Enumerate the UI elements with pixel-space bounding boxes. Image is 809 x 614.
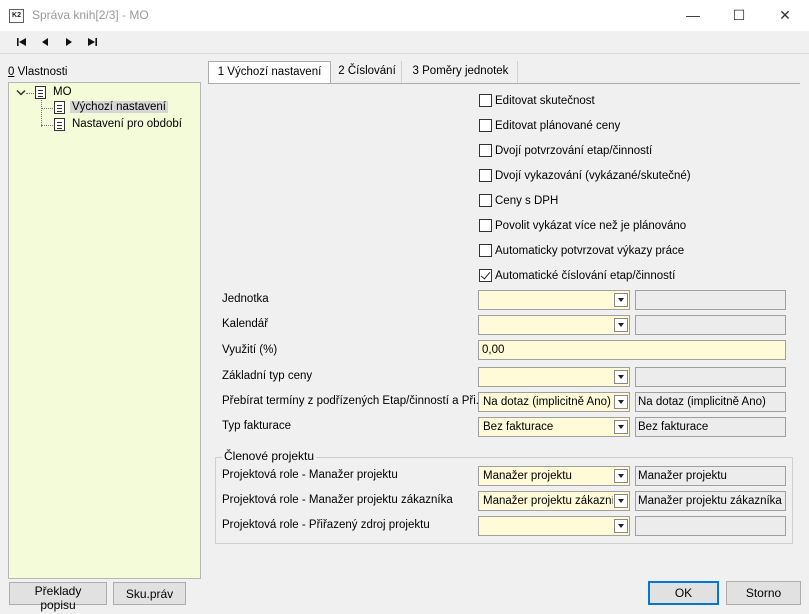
tab-pomery-jednotek[interactable]: 3 Poměry jednotek [404,61,518,83]
jednotka-combo[interactable] [478,290,630,310]
project-members-title: Členové projektu [222,449,317,463]
manazer-zakaznika-readonly: Manažer projektu zákazníka [635,491,786,511]
translations-button[interactable]: Překlady popisu [9,582,107,612]
zdroj-label: Projektová role - Přiřazený zdroj projek… [222,519,430,531]
tab-vychozi-nastaveni[interactable]: 1 Výchozí nastavení [208,61,331,84]
checkbox-ceny-s-dph[interactable]: Ceny s DPH [479,193,558,208]
typ-ceny-combo[interactable] [478,367,630,387]
toolbar-separator [0,53,809,54]
tree-root-item[interactable]: MO [53,86,72,98]
dropdown-arrow-icon[interactable] [614,494,628,508]
properties-tree[interactable]: MO Výchozí nastavení Nastavení pro obdob… [8,82,201,579]
fakturace-combo[interactable]: Bez fakturace [478,417,630,437]
zdroj-combo[interactable] [478,516,630,536]
terminy-readonly: Na dotaz (implicitně Ano) [635,392,786,412]
typ-ceny-readonly [635,367,786,387]
dropdown-arrow-icon[interactable] [614,293,628,307]
window-title: Správa knih[2/3] - MO [32,8,149,22]
kalendar-combo[interactable] [478,315,630,335]
checkbox-editovat-planovane-ceny[interactable]: Editovat plánované ceny [479,118,620,133]
close-button[interactable]: ✕ [762,0,808,32]
access-rights-button[interactable]: Sku.práv [113,582,186,605]
manazer-combo[interactable]: Manažer projektu [478,466,630,486]
cancel-button[interactable]: Storno [726,581,801,605]
maximize-button[interactable]: ☐ [716,0,762,32]
tree-item-nastaveni-pro-obdobi[interactable]: Nastavení pro období [72,118,182,130]
dropdown-arrow-icon[interactable] [614,469,628,483]
checkbox-dvoji-potvrzovani[interactable]: Dvojí potvrzování etap/činností [479,143,652,158]
next-record-button[interactable] [58,34,80,50]
ok-button[interactable]: OK [648,581,719,605]
document-icon [54,118,65,131]
terminy-label: Přebírat termíny z podřízených Etap/činn… [222,395,486,407]
jednotka-readonly [635,290,786,310]
checkbox-automaticke-cislovani[interactable]: Automatické číslování etap/činností [479,268,675,283]
chevron-down-icon[interactable] [16,89,26,97]
first-record-icon [17,38,26,46]
typ-ceny-label: Základní typ ceny [222,370,313,382]
document-icon [54,101,65,114]
vyuziti-label: Využití (%) [222,344,278,356]
last-record-icon [88,38,97,46]
checkbox-automaticky-potvrzovat[interactable]: Automaticky potvrzovat výkazy práce [479,243,684,258]
dropdown-arrow-icon[interactable] [614,395,628,409]
vyuziti-input[interactable]: 0,00 [478,340,786,360]
minimize-button[interactable]: — [670,0,716,32]
jednotka-label: Jednotka [222,293,269,305]
manazer-label: Projektová role - Manažer projektu [222,469,398,481]
tab-cislovani[interactable]: 2 Číslování [333,61,402,83]
dropdown-arrow-icon[interactable] [614,420,628,434]
properties-label: 0 Vlastnosti [8,66,68,78]
next-record-icon [66,38,72,46]
kalendar-readonly [635,315,786,335]
checkbox-povolit-vykazat-vice[interactable]: Povolit vykázat více než je plánováno [479,218,686,233]
fakturace-label: Typ fakturace [222,420,292,432]
app-icon: K2 [9,9,24,23]
terminy-combo[interactable]: Na dotaz (implicitně Ano) [478,392,630,412]
first-record-button[interactable] [11,34,33,50]
previous-record-icon [42,38,48,46]
kalendar-label: Kalendář [222,318,269,330]
zdroj-readonly [635,516,786,536]
manazer-zakaznika-label: Projektová role - Manažer projektu zákaz… [222,494,453,506]
dropdown-arrow-icon[interactable] [614,370,628,384]
document-icon [35,86,46,99]
fakturace-readonly: Bez fakturace [635,417,786,437]
previous-record-button[interactable] [34,34,56,50]
checkbox-editovat-skutecnost[interactable]: Editovat skutečnost [479,93,595,108]
checkbox-dvoji-vykazovani[interactable]: Dvojí vykazování (vykázané/skutečné) [479,168,691,183]
manazer-zakaznika-combo[interactable]: Manažer projektu zákazníka [478,491,630,511]
tree-item-vychozi-nastaveni[interactable]: Výchozí nastavení [70,101,168,113]
dropdown-arrow-icon[interactable] [614,318,628,332]
tab-divider [208,83,800,84]
manazer-readonly: Manažer projektu [635,466,786,486]
dropdown-arrow-icon[interactable] [614,519,628,533]
last-record-button[interactable] [81,34,103,50]
